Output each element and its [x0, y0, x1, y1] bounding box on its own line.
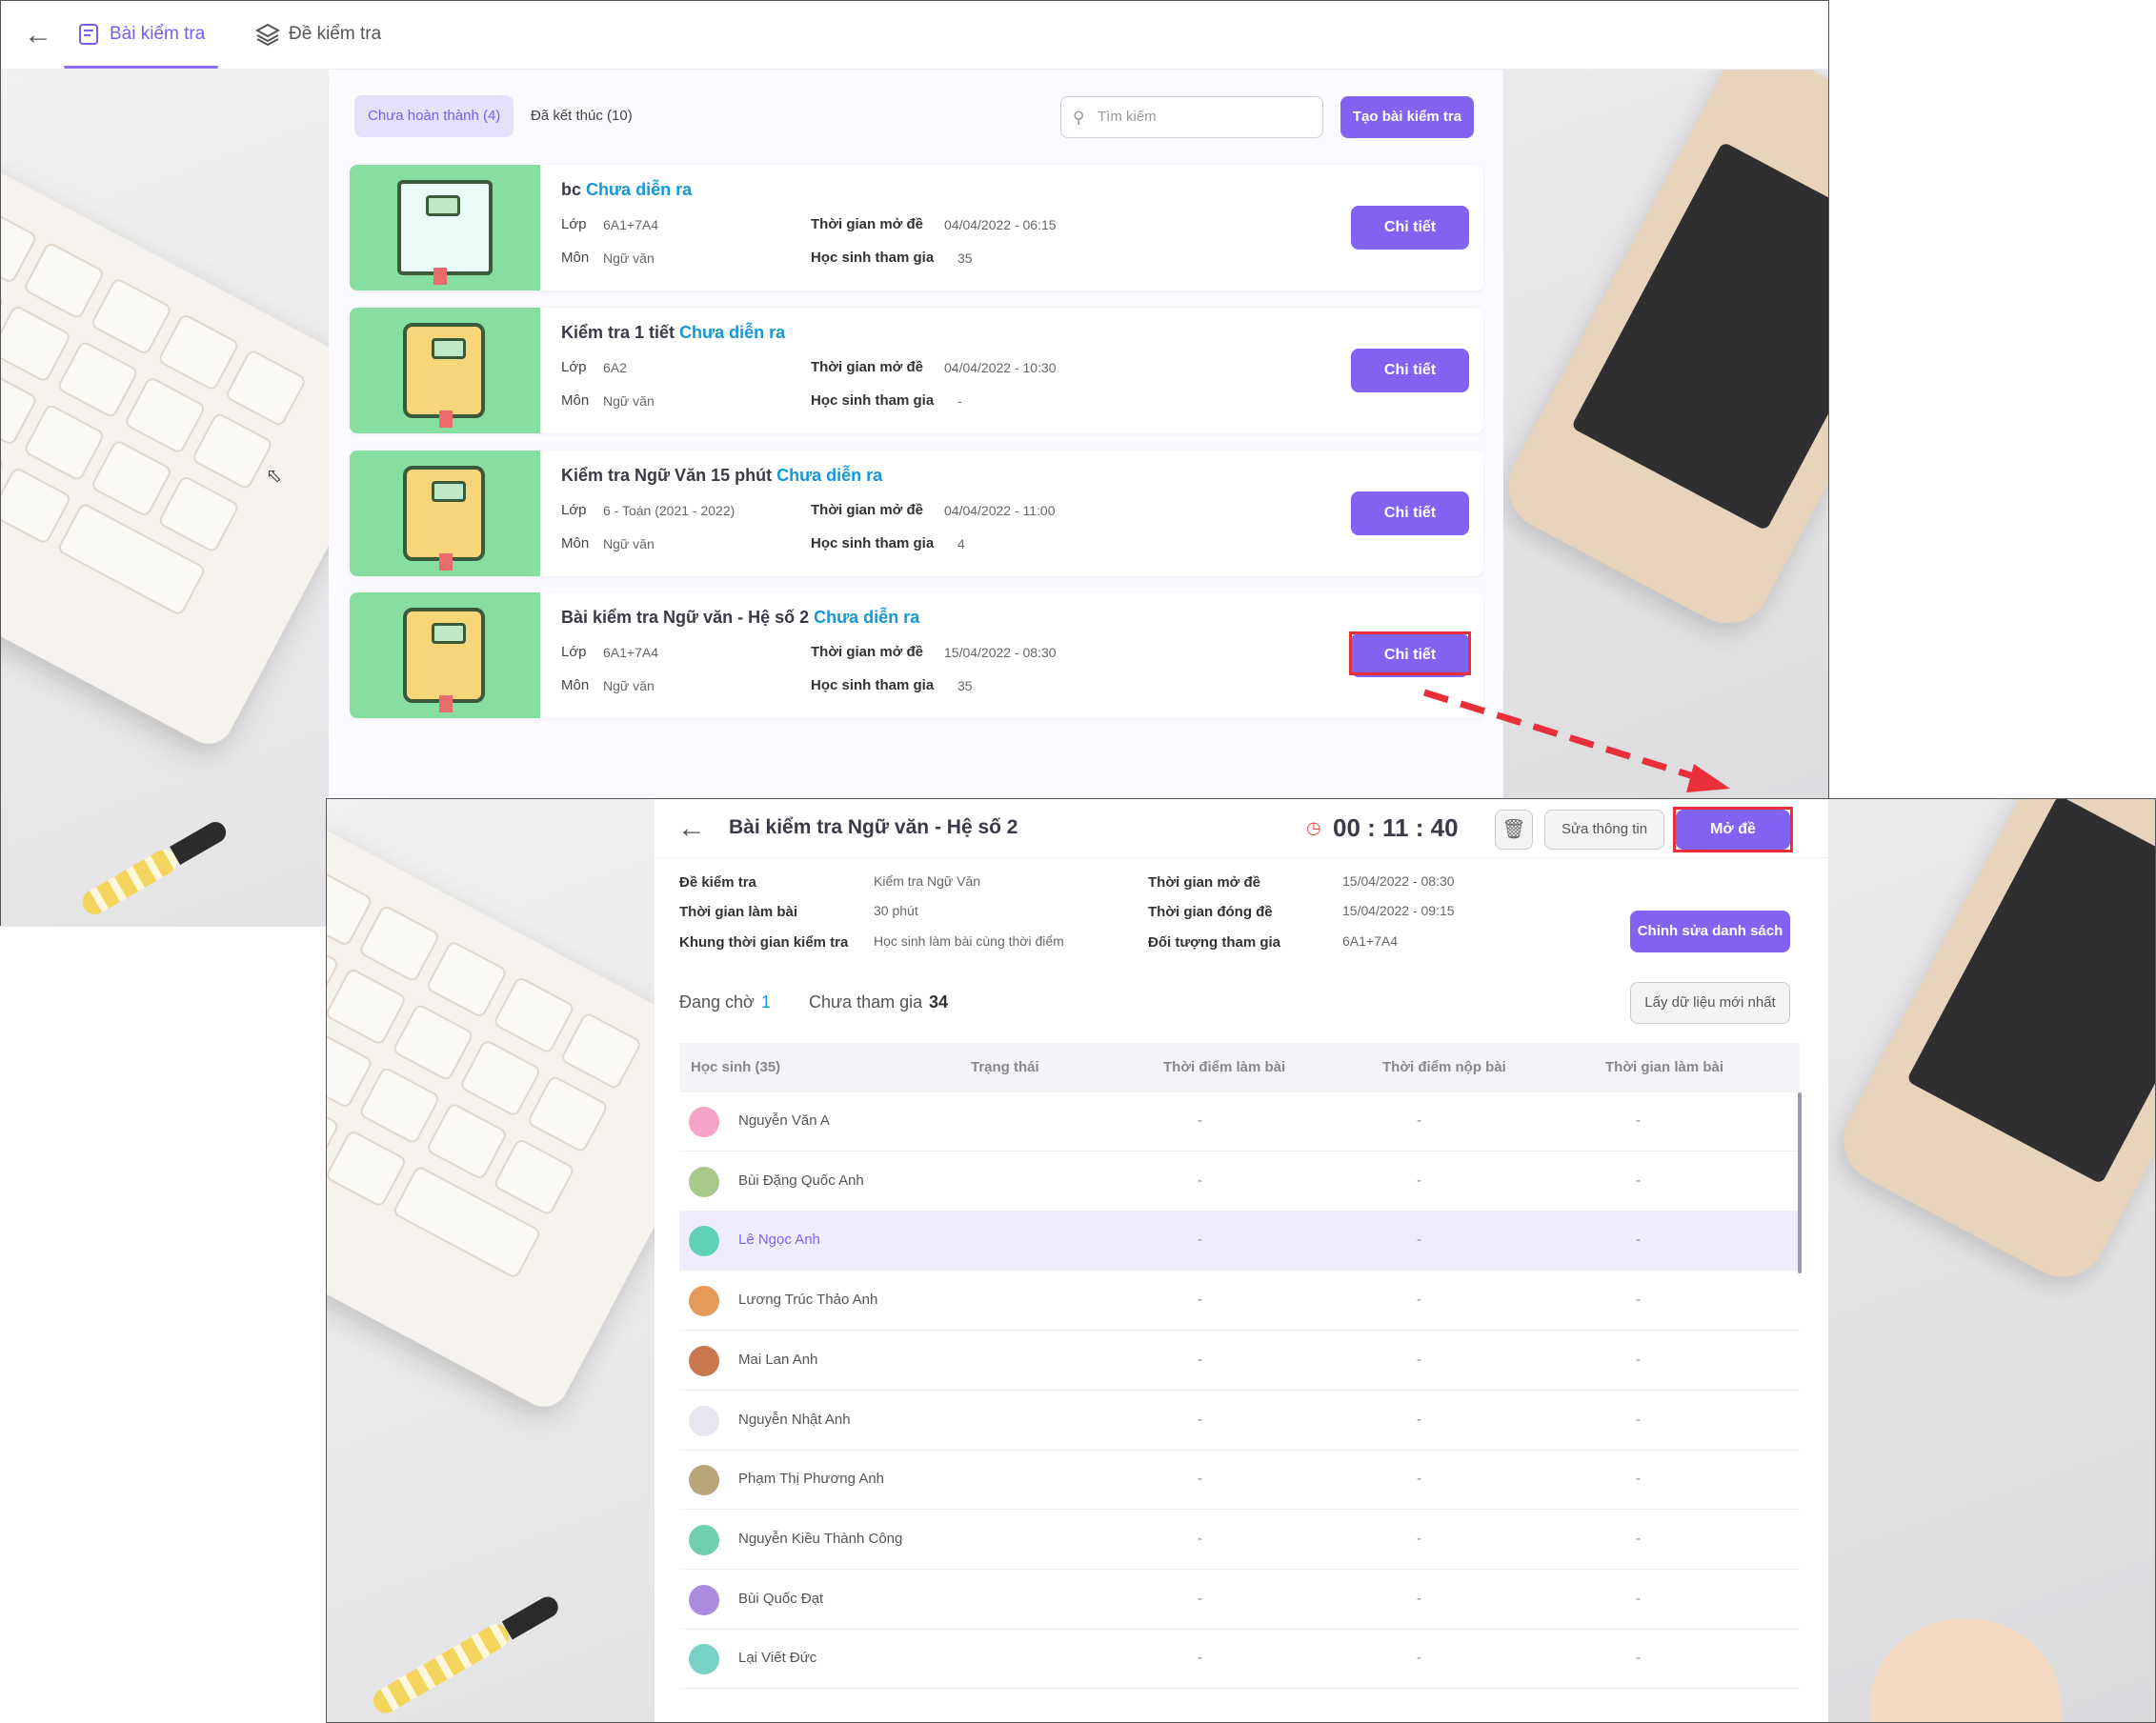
- arrow-head: [1686, 764, 1730, 792]
- dashed-arrow-line: [1422, 689, 1702, 782]
- annotation-arrow: [1422, 689, 1730, 792]
